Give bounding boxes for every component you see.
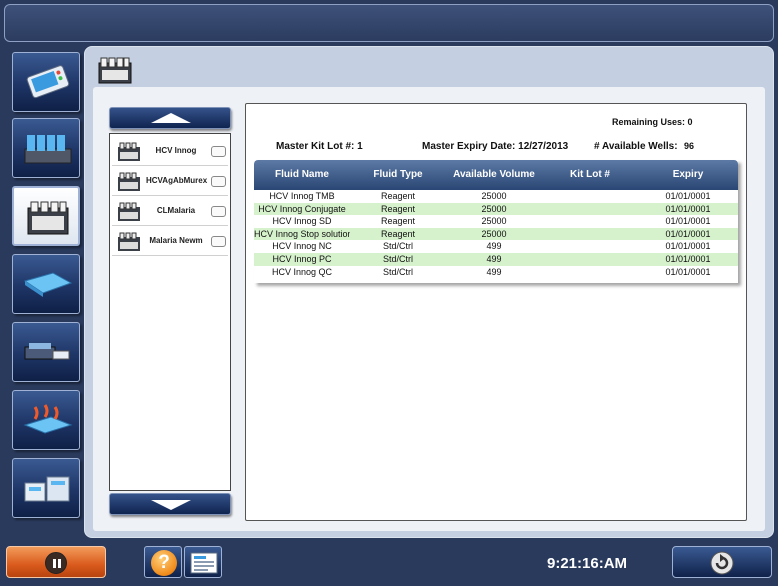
cell-expiry: 01/01/0001 [665, 266, 711, 277]
table-row[interactable]: HCV Innog QC Std/Ctrl 499 01/01/0001 [254, 266, 738, 279]
table-row[interactable]: HCV Innog NC Std/Ctrl 499 01/01/0001 [254, 240, 738, 253]
remaining-uses: Remaining Uses: 0 [612, 117, 693, 127]
cell-volume: 25000 [481, 228, 507, 239]
kit-list[interactable]: HCV Innog HCVAgAbMurex CLMalaria Malaria… [109, 133, 231, 491]
col-expiry: Expiry [672, 169, 704, 180]
arrow-up-icon [151, 113, 191, 123]
master-kit-lot: Master Kit Lot #: 1 [276, 141, 363, 152]
kit-icon [118, 232, 140, 251]
report-icon [190, 552, 218, 574]
return-icon [710, 551, 734, 575]
kit-checkbox[interactable] [211, 206, 226, 217]
cell-fluid-type: Reagent [380, 228, 416, 239]
cell-fluid-name: HCV Innog QC [271, 266, 333, 277]
nav-storage-button[interactable] [12, 458, 80, 518]
col-fluid-type: Fluid Type [373, 169, 423, 180]
cell-fluid-type: Reagent [380, 216, 416, 227]
kit-label: HCV Innog [155, 146, 197, 155]
available-wells-value: 96 [684, 141, 695, 151]
kit-label: HCVAgAbMurex [146, 176, 208, 185]
kit-checkbox[interactable] [211, 176, 226, 187]
kit-icon [118, 142, 140, 161]
cell-fluid-type: Std/Ctrl [382, 266, 413, 277]
clock: 9:21:16:AM [547, 555, 628, 572]
cell-expiry: 01/01/0001 [665, 241, 711, 252]
cell-expiry: 01/01/0001 [665, 203, 711, 214]
kit-details-panel: Remaining Uses: 0 Master Kit Lot #: 1 Ma… [245, 103, 747, 521]
plate-icon [23, 272, 73, 297]
table-row[interactable]: HCV Innog TMB Reagent 25000 01/01/0001 [254, 190, 738, 203]
kit-icon [118, 172, 140, 191]
table-row[interactable]: HCV Innog PC Std/Ctrl 499 01/01/0001 [254, 252, 738, 266]
kit-list-item[interactable]: HCV Innog [112, 136, 228, 166]
col-fluid-name: Fluid Name [275, 169, 329, 180]
cell-fluid-type: Reagent [380, 203, 416, 214]
cell-expiry: 01/01/0001 [665, 191, 711, 201]
bottom-bar: ? 9:21:16:AM [0, 540, 778, 586]
nav-washer-button[interactable] [12, 322, 80, 382]
incubator-icon [23, 404, 73, 434]
arrow-down-icon [151, 500, 191, 510]
fluid-table-body: HCV Innog TMB Reagent 25000 01/01/0001 H… [254, 190, 738, 278]
col-kit-lot: Kit Lot # [570, 169, 610, 180]
nav-reagent-rack-button[interactable] [12, 118, 80, 178]
cell-fluid-name: HCV Innog Conjugate [258, 203, 346, 214]
cell-volume: 25000 [481, 203, 507, 214]
cell-fluid-name: HCV Innog SD [272, 216, 332, 227]
back-button[interactable] [672, 546, 772, 578]
title-bar [4, 4, 774, 42]
cell-fluid-type: Std/Ctrl [382, 241, 413, 252]
report-button[interactable] [184, 546, 222, 578]
cell-expiry: 01/01/0001 [665, 228, 711, 239]
table-row[interactable]: HCV Innog Conjugate Reagent 25000 01/01/… [254, 202, 738, 216]
washer-icon [24, 343, 70, 360]
pause-button[interactable] [6, 546, 106, 578]
nav-instrument-button[interactable] [12, 52, 80, 112]
help-button[interactable]: ? [144, 546, 182, 578]
nav-kit-button[interactable] [12, 186, 80, 246]
cell-fluid-name: HCV Innog TMB [269, 191, 335, 201]
kit-label: CLMalaria [156, 206, 196, 215]
table-row[interactable]: HCV Innog Stop solution Reagent 25000 01… [254, 227, 738, 241]
kit-icon [98, 57, 132, 84]
fluid-table-header: Fluid Name Fluid Type Available Volume K… [254, 160, 738, 190]
cell-fluid-name: HCV Innog PC [272, 253, 332, 264]
cell-volume: 25000 [481, 191, 507, 201]
cell-fluid-type: Std/Ctrl [382, 253, 413, 264]
kit-list-scroll-down-button[interactable] [109, 493, 231, 515]
nav-plate-button[interactable] [12, 254, 80, 314]
kit-list-item[interactable]: CLMalaria [112, 196, 228, 226]
table-row[interactable]: HCV Innog SD Reagent 25000 01/01/0001 [254, 215, 738, 228]
cell-volume: 25000 [481, 216, 507, 227]
cell-fluid-name: HCV Innog Stop solution [254, 228, 350, 239]
left-nav-rail [4, 46, 84, 538]
col-available-volume: Available Volume [453, 169, 535, 180]
reagent-rack-icon [24, 135, 72, 164]
nav-incubator-button[interactable] [12, 390, 80, 450]
main-panel: HCV Innog HCVAgAbMurex CLMalaria Malaria… [84, 46, 774, 538]
cell-expiry: 01/01/0001 [665, 216, 711, 227]
cell-volume: 499 [486, 241, 502, 252]
kit-label: Malaria Newm [149, 236, 203, 245]
available-wells-label: # Available Wells: [594, 141, 678, 152]
cell-fluid-name: HCV Innog NC [272, 241, 332, 252]
content-area: HCV Innog HCVAgAbMurex CLMalaria Malaria… [93, 87, 765, 531]
kit-checkbox[interactable] [211, 236, 226, 247]
kit-icon [27, 201, 69, 235]
cell-volume: 499 [486, 253, 502, 264]
instrument-icon [26, 65, 70, 99]
kit-list-item[interactable]: Malaria Newm [112, 226, 228, 256]
help-icon: ? [151, 550, 177, 576]
master-expiry-date: Master Expiry Date: 12/27/2013 [422, 141, 569, 152]
kit-icon [118, 202, 140, 221]
cell-expiry: 01/01/0001 [665, 253, 711, 264]
storage-icon [24, 476, 70, 502]
kit-list-item[interactable]: HCVAgAbMurex [112, 166, 228, 196]
kit-list-scroll-up-button[interactable] [109, 107, 231, 129]
pause-icon [45, 552, 67, 574]
cell-fluid-type: Reagent [380, 191, 416, 201]
fluid-table: Fluid Name Fluid Type Available Volume K… [254, 160, 738, 283]
kit-checkbox[interactable] [211, 146, 226, 157]
cell-volume: 499 [486, 266, 502, 277]
